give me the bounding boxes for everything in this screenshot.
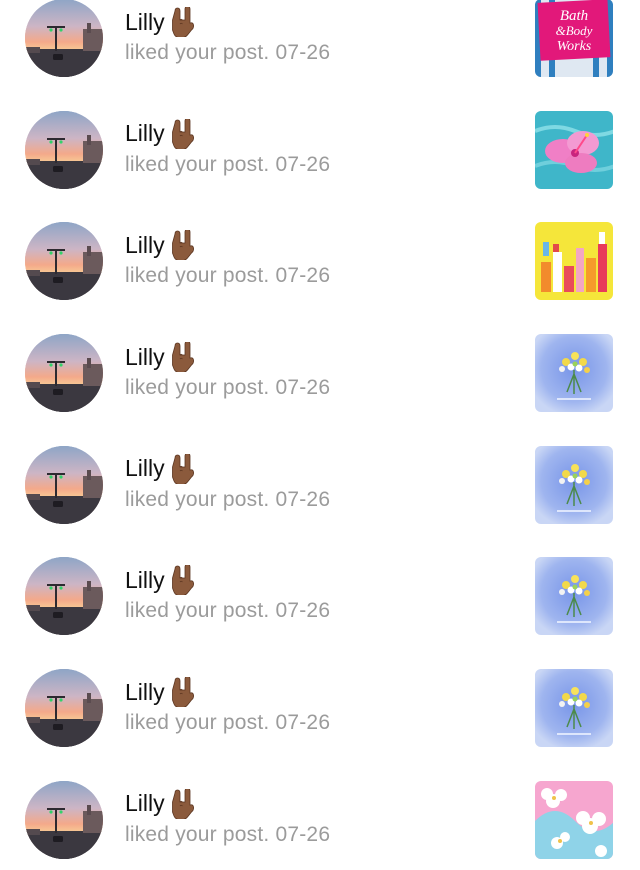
username[interactable]: Lilly [125,790,165,817]
notification-subtitle: liked your post. 07-26 [125,264,330,288]
notification-date: 07-26 [275,487,331,511]
notification-row[interactable]: Lilly liked your post. 07-26 [0,199,640,311]
notification-text: Lilly liked your post. 07-26 [125,340,330,400]
notification-action: liked your post. [125,487,270,511]
svg-text:&Body: &Body [556,23,593,38]
name-line: Lilly [125,563,330,597]
notification-text: Lilly liked your post. 07-26 [125,787,330,847]
avatar[interactable] [25,780,103,859]
notification-row[interactable]: Lilly liked your post. 07-26 Bath &Body … [0,0,640,88]
notification-action: liked your post. [125,152,270,176]
rock-on-hand-icon [170,6,196,38]
avatar[interactable] [25,334,103,413]
username[interactable]: Lilly [125,679,165,706]
notification-subtitle: liked your post. 07-26 [125,711,330,735]
avatar[interactable] [25,110,103,189]
notification-date: 07-26 [275,599,331,623]
post-thumbnail-flower-bouquet-blue[interactable] [535,334,613,413]
username[interactable]: Lilly [125,344,165,371]
name-line: Lilly [125,117,330,151]
notification-date: 07-26 [275,152,331,176]
avatar[interactable] [25,0,103,77]
post-thumbnail-flower-bouquet-blue[interactable] [535,557,613,636]
username[interactable]: Lilly [125,455,165,482]
notification-date: 07-26 [275,711,331,735]
notification-text: Lilly liked your post. 07-26 [125,452,330,512]
svg-text:Bath: Bath [560,8,588,24]
name-line: Lilly [125,340,330,374]
notification-subtitle: liked your post. 07-26 [125,599,330,623]
notification-action: liked your post. [125,599,270,623]
notification-subtitle: liked your post. 07-26 [125,41,330,65]
name-line: Lilly [125,452,330,486]
notification-subtitle: liked your post. 07-26 [125,488,330,512]
notification-action: liked your post. [125,264,270,288]
notification-date: 07-26 [275,264,331,288]
name-line: Lilly [125,787,330,821]
username[interactable]: Lilly [125,232,165,259]
notification-row[interactable]: Lilly liked your post. 07-26 [0,534,640,646]
post-thumbnail-bath-body-works-logo[interactable]: Bath &Body Works [535,0,613,77]
notification-action: liked your post. [125,41,270,64]
rock-on-hand-icon [170,341,196,373]
post-thumbnail-flower-bouquet-blue[interactable] [535,669,613,748]
notification-date: 07-26 [275,41,331,64]
avatar[interactable] [25,445,103,524]
post-thumbnail-flower-bouquet-blue[interactable] [535,445,613,524]
avatar[interactable] [25,222,103,301]
name-line: Lilly [125,5,330,39]
notification-text: Lilly liked your post. 07-26 [125,117,330,177]
avatar[interactable] [25,669,103,748]
rock-on-hand-icon [170,452,196,485]
rock-on-hand-icon [170,229,196,262]
name-line: Lilly [125,675,330,709]
svg-text:Works: Works [557,39,592,54]
username[interactable]: Lilly [125,9,165,36]
post-thumbnail-hibiscus-pattern-pink-blue[interactable] [535,780,613,859]
notification-row[interactable]: Lilly liked your post. 07-26 [0,423,640,535]
notification-row[interactable]: Lilly liked your post. 07-26 [0,646,640,758]
avatar[interactable] [25,557,103,636]
notification-row[interactable]: Lilly liked your post. 07-26 [0,311,640,423]
post-thumbnail-pink-hibiscus-in-water[interactable] [535,110,613,189]
rock-on-hand-icon [170,676,196,709]
notification-text: Lilly liked your post. 07-26 [125,675,330,735]
notification-list: Lilly liked your post. 07-26 Bath &Body … [0,0,640,870]
rock-on-hand-icon [170,564,196,597]
notification-text: Lilly liked your post. 07-26 [125,563,330,623]
post-thumbnail-colorful-products-yellow[interactable] [535,222,613,301]
notification-text: Lilly liked your post. 07-26 [125,5,330,65]
notification-row[interactable]: Lilly liked your post. 07-26 [0,758,640,870]
notification-action: liked your post. [125,822,270,846]
rock-on-hand-icon [170,117,196,150]
notification-date: 07-26 [275,822,331,846]
notification-action: liked your post. [125,376,270,400]
notification-subtitle: liked your post. 07-26 [125,376,330,400]
notification-date: 07-26 [275,376,331,400]
rock-on-hand-icon [170,787,196,820]
notification-row[interactable]: Lilly liked your post. 07-26 [0,88,640,200]
notification-text: Lilly liked your post. 07-26 [125,228,330,288]
name-line: Lilly [125,228,330,262]
notification-subtitle: liked your post. 07-26 [125,153,330,177]
username[interactable]: Lilly [125,567,165,594]
notification-subtitle: liked your post. 07-26 [125,823,330,847]
notification-action: liked your post. [125,711,270,735]
username[interactable]: Lilly [125,120,165,147]
